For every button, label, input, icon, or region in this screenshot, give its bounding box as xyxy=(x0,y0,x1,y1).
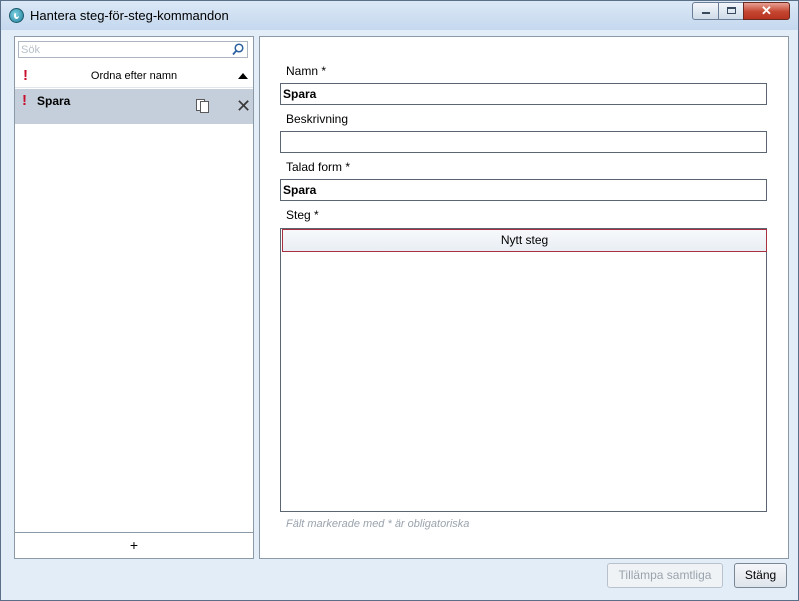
name-label: Namn * xyxy=(286,64,327,78)
list-item-label: Spara xyxy=(37,94,71,108)
close-icon: ✕ xyxy=(761,3,772,18)
name-field xyxy=(280,83,767,105)
window-close-button[interactable]: ✕ xyxy=(743,2,790,20)
command-list-panel: ! Ordna efter namn ! Spara ✕ + xyxy=(14,36,254,559)
sort-header[interactable]: ! Ordna efter namn xyxy=(15,65,253,88)
delete-icon[interactable]: ✕ xyxy=(236,97,251,115)
dialog-window: Hantera steg-för-steg-kommandon ✕ ! Ordn… xyxy=(0,0,799,601)
maximize-icon xyxy=(727,7,736,14)
title-bar[interactable]: Hantera steg-för-steg-kommandon ✕ xyxy=(1,1,798,30)
close-button[interactable]: Stäng xyxy=(734,563,787,588)
command-details-panel: Namn * Beskrivning Talad form * Steg * N… xyxy=(259,36,789,559)
search-input[interactable] xyxy=(21,42,229,57)
sort-label: Ordna efter namn xyxy=(90,70,178,82)
steps-list[interactable]: Nytt steg xyxy=(280,228,767,512)
steps-label: Steg * xyxy=(286,208,319,222)
search-field xyxy=(18,41,248,58)
spoken-form-label: Talad form * xyxy=(286,160,351,174)
add-command-button[interactable]: + xyxy=(15,532,253,559)
search-icon[interactable] xyxy=(232,43,244,56)
window-title: Hantera steg-för-steg-kommandon xyxy=(30,8,229,23)
new-step-button[interactable]: Nytt steg xyxy=(282,229,767,252)
name-input[interactable] xyxy=(283,86,763,102)
description-label: Beskrivning xyxy=(286,112,349,126)
spoken-form-field xyxy=(280,179,767,201)
description-field xyxy=(280,131,767,153)
warning-icon: ! xyxy=(22,92,27,109)
minimize-icon xyxy=(702,12,710,14)
duplicate-icon[interactable] xyxy=(196,99,209,113)
plus-icon: + xyxy=(129,537,139,553)
app-logo-icon xyxy=(9,8,24,23)
maximize-button[interactable] xyxy=(718,2,744,20)
required-fields-note: Fält markerade med * är obligatoriska xyxy=(286,518,470,530)
description-input[interactable] xyxy=(283,134,763,150)
sort-ascending-icon xyxy=(238,73,248,79)
spoken-form-input[interactable] xyxy=(283,182,763,198)
list-item[interactable]: ! Spara ✕ xyxy=(15,89,253,124)
apply-all-button[interactable]: Tillämpa samtliga xyxy=(607,563,723,588)
minimize-button[interactable] xyxy=(692,2,719,20)
